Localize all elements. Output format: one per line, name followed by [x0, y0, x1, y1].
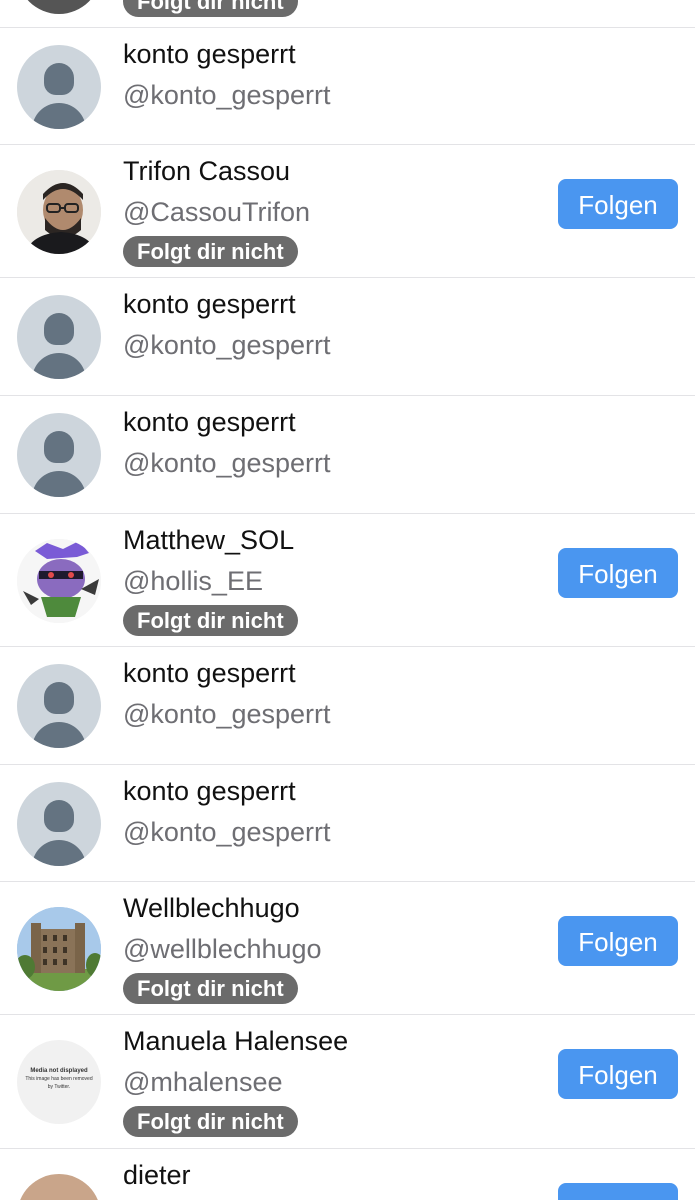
follow-button[interactable]: Folgen	[558, 179, 678, 229]
list-item[interactable]: Matthew_SOL @hollis_EE Folgt dir nicht F…	[0, 514, 695, 647]
follow-button[interactable]: Folgen	[558, 916, 678, 966]
list-item[interactable]: Media not displayed This image has been …	[0, 1015, 695, 1149]
display-name: konto gesperrt	[123, 776, 296, 806]
default-avatar-icon	[17, 45, 101, 129]
display-name: konto gesperrt	[123, 289, 296, 319]
follows-you-not-badge: Folgt dir nicht	[123, 1106, 298, 1137]
list-item[interactable]: konto gesperrt @konto_gesperrt	[0, 28, 695, 145]
default-avatar-icon	[17, 413, 101, 497]
avatar	[17, 1174, 101, 1200]
media-not-displayed-line: This image has been removed	[25, 1076, 93, 1082]
list-item[interactable]: konto gesperrt @konto_gesperrt	[0, 396, 695, 514]
list-item[interactable]: Trifon Cassou @CassouTrifon Folgt dir ni…	[0, 145, 695, 278]
follows-you-not-badge: Folgt dir nicht	[123, 0, 298, 17]
user-handle: @wellblechhugo	[123, 934, 322, 964]
castle-building-photo	[17, 907, 101, 991]
user-handle: @mhalensee	[123, 1067, 283, 1097]
list-item[interactable]: Wellblechhugo @wellblechhugo Folgt dir n…	[0, 882, 695, 1015]
media-not-displayed-title: Media not displayed	[30, 1068, 88, 1074]
purple-cartoon-character	[17, 539, 101, 623]
list-item-partial-bottom[interactable]: dieter	[0, 1149, 695, 1200]
display-name: Matthew_SOL	[123, 525, 295, 555]
list-item-partial-top[interactable]: Folgt dir nicht	[0, 0, 695, 28]
follow-button[interactable]: Folgen	[558, 1049, 678, 1099]
display-name: konto gesperrt	[123, 407, 296, 437]
display-name: konto gesperrt	[123, 658, 296, 688]
avatar	[17, 0, 101, 14]
user-handle: @konto_gesperrt	[123, 817, 331, 847]
man-with-glasses-photo	[17, 170, 101, 254]
user-handle: @CassouTrifon	[123, 197, 310, 227]
follow-button[interactable]: Folgen	[558, 548, 678, 598]
user-handle: @konto_gesperrt	[123, 699, 331, 729]
list-item[interactable]: konto gesperrt @konto_gesperrt	[0, 647, 695, 765]
user-handle: @konto_gesperrt	[123, 330, 331, 360]
user-handle: @hollis_EE	[123, 566, 263, 596]
list-item[interactable]: konto gesperrt @konto_gesperrt	[0, 765, 695, 882]
media-not-displayed-line: by Twitter.	[47, 1084, 71, 1090]
follows-you-not-badge: Folgt dir nicht	[123, 605, 298, 636]
display-name: konto gesperrt	[123, 39, 296, 69]
default-avatar-icon	[17, 782, 101, 866]
display-name: Wellblechhugo	[123, 893, 300, 923]
user-handle: @konto_gesperrt	[123, 448, 331, 478]
follow-button[interactable]	[558, 1183, 678, 1200]
display-name: Manuela Halensee	[123, 1026, 349, 1056]
follows-you-not-badge: Folgt dir nicht	[123, 973, 298, 1004]
following-list: Folgt dir nicht konto gesperrt @konto_ge…	[0, 0, 695, 1200]
user-handle: @konto_gesperrt	[123, 80, 331, 110]
display-name: dieter	[123, 1160, 191, 1190]
list-item[interactable]: konto gesperrt @konto_gesperrt	[0, 278, 695, 396]
follows-you-not-badge: Folgt dir nicht	[123, 236, 298, 267]
default-avatar-icon	[17, 295, 101, 379]
media-not-displayed-placeholder: Media not displayed This image has been …	[17, 1040, 101, 1124]
display-name: Trifon Cassou	[123, 156, 291, 186]
default-avatar-icon	[17, 664, 101, 748]
